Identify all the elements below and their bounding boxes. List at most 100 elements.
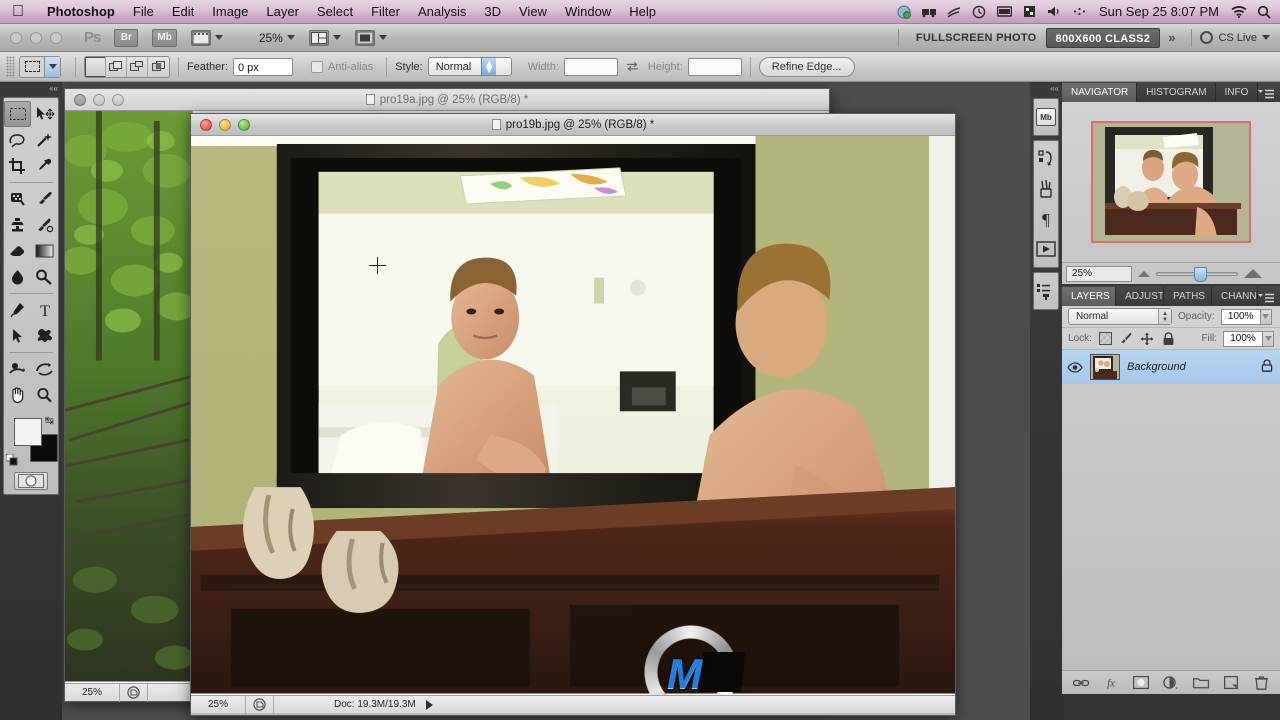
chevron-down-icon[interactable] — [1263, 330, 1274, 347]
zoom-window-button[interactable] — [50, 31, 62, 44]
eyedropper-tool[interactable] — [31, 153, 58, 179]
history-brush-tool[interactable] — [31, 212, 58, 238]
eraser-tool[interactable] — [4, 238, 31, 264]
tab-layers[interactable]: LAYERS — [1062, 287, 1117, 306]
navigator-preview[interactable] — [1062, 102, 1280, 262]
document-info-icon[interactable] — [246, 695, 274, 714]
default-colors-icon[interactable] — [5, 453, 18, 466]
layer-visibility-eye-icon[interactable] — [1066, 359, 1083, 376]
stepper-icon[interactable]: ▲ ▼ — [1158, 309, 1171, 324]
crop-tool[interactable] — [4, 153, 31, 179]
mini-bridge-icon[interactable]: Mb — [1034, 102, 1058, 132]
minimize-window-button[interactable] — [219, 118, 231, 131]
paragraph-icon[interactable]: ¶ — [1034, 204, 1058, 234]
menu-layer[interactable]: Layer — [257, 0, 308, 24]
new-layer-icon[interactable] — [1223, 675, 1239, 691]
panel-menu-icon[interactable] — [1258, 89, 1280, 102]
view-extras-menu[interactable] — [190, 29, 223, 46]
rectangular-marquee-tool[interactable] — [4, 101, 31, 127]
add-layer-mask-icon[interactable] — [1133, 675, 1149, 691]
actions-icon[interactable] — [1034, 234, 1058, 264]
window-traffic-lights[interactable] — [10, 31, 62, 44]
clone-stamp-tool[interactable] — [4, 212, 31, 238]
dock-expand-button[interactable]: «« — [1030, 82, 1062, 94]
menu-file[interactable]: File — [124, 0, 163, 24]
spot-healing-brush-tool[interactable] — [4, 186, 31, 212]
status-bar-menu-arrow[interactable] — [425, 699, 433, 710]
menu-analysis[interactable]: Analysis — [409, 0, 475, 24]
menu-photoshop[interactable]: Photoshop — [38, 0, 124, 24]
options-bar-grip[interactable] — [6, 55, 15, 78]
move-tool[interactable] — [31, 101, 58, 127]
menu-view[interactable]: View — [510, 0, 556, 24]
tools-panel-collapse-button[interactable]: «« — [0, 82, 62, 94]
opacity-control[interactable]: 100% — [1220, 308, 1272, 325]
new-adjustment-layer-icon[interactable] — [1163, 675, 1179, 691]
intersect-selection-button[interactable] — [148, 56, 169, 77]
custom-shape-tool[interactable] — [31, 323, 58, 349]
fill-value[interactable]: 100% — [1223, 330, 1263, 347]
workspace-more-button[interactable]: » — [1160, 30, 1183, 45]
path-selection-tool[interactable] — [4, 323, 31, 349]
current-tool-preset-picker[interactable] — [19, 55, 61, 78]
tool-presets-icon[interactable] — [1034, 276, 1058, 306]
time-machine-icon[interactable] — [971, 4, 987, 20]
zoom-level-menu[interactable]: 25% — [237, 31, 295, 45]
lasso-tool[interactable] — [4, 127, 31, 153]
arrange-documents-menu[interactable] — [308, 29, 341, 46]
history-icon[interactable] — [1034, 144, 1058, 174]
vpn-icon[interactable] — [921, 4, 937, 20]
gradient-tool[interactable] — [31, 238, 58, 264]
menu-3d[interactable]: 3D — [475, 0, 510, 24]
slider-knob[interactable] — [1193, 266, 1207, 282]
wifi-icon[interactable] — [1231, 4, 1247, 20]
chevron-down-icon[interactable] — [1260, 308, 1272, 325]
chevron-down-icon[interactable] — [44, 56, 60, 77]
tab-histogram[interactable]: HISTOGRAM — [1137, 83, 1216, 102]
lock-transparent-pixels-icon[interactable] — [1098, 331, 1113, 346]
zoom-level-display[interactable]: 25% — [191, 695, 246, 714]
add-to-selection-button[interactable] — [106, 56, 127, 77]
menu-edit[interactable]: Edit — [163, 0, 203, 24]
type-tool[interactable]: T — [31, 297, 58, 323]
layer-name[interactable]: Background — [1127, 361, 1186, 373]
workspace-800x600-class2[interactable]: 800X600 CLASS2 — [1045, 27, 1161, 48]
document-info-icon[interactable] — [120, 683, 148, 702]
bluetooth-icon[interactable] — [1071, 4, 1087, 20]
tab-info[interactable]: INFO — [1215, 83, 1258, 102]
zoom-level-display[interactable]: 25% — [65, 683, 120, 702]
menu-image[interactable]: Image — [203, 0, 257, 24]
blend-mode-select[interactable]: Normal ▲ ▼ — [1068, 308, 1172, 325]
canvas-pro19b[interactable]: M — [191, 136, 955, 695]
menu-bar-clock[interactable]: Sun Sep 25 8:07 PM — [1096, 4, 1222, 19]
tab-adjustments[interactable]: ADJUSTM — [1116, 287, 1165, 306]
opacity-value[interactable]: 100% — [1220, 308, 1261, 325]
zoom-window-button[interactable] — [112, 93, 124, 106]
refine-edge-button[interactable]: Refine Edge... — [758, 56, 855, 77]
stepper-icon[interactable]: ▲ ▼ — [481, 58, 497, 75]
minimize-window-button[interactable] — [30, 31, 42, 44]
lock-image-pixels-icon[interactable] — [1119, 331, 1134, 346]
workspace-fullscreen-photo[interactable]: FULLSCREEN PHOTO — [907, 28, 1046, 48]
new-selection-button[interactable] — [85, 56, 106, 77]
window-traffic-lights[interactable] — [74, 93, 124, 106]
fill-control[interactable]: 100% — [1223, 330, 1274, 347]
launch-mini-bridge-button[interactable]: Mb — [152, 28, 177, 47]
new-group-icon[interactable] — [1193, 675, 1209, 691]
swap-dimensions-icon[interactable] — [626, 60, 640, 74]
tab-navigator[interactable]: NAVIGATOR — [1062, 83, 1138, 102]
volume-icon[interactable] — [1046, 4, 1062, 20]
feather-input[interactable]: 0 px — [232, 57, 293, 76]
close-window-button[interactable] — [200, 118, 212, 131]
blur-tool[interactable] — [4, 264, 31, 290]
dropbox-icon[interactable] — [896, 4, 912, 20]
window-titlebar[interactable]: pro19a.jpg @ 25% (RGB/8) * — [65, 89, 829, 111]
subtract-from-selection-button[interactable] — [127, 56, 148, 77]
zoom-tool[interactable] — [31, 382, 58, 408]
menu-window[interactable]: Window — [556, 0, 620, 24]
panel-menu-icon[interactable] — [1258, 293, 1280, 306]
apple-icon[interactable]:  — [12, 3, 24, 20]
lock-all-icon[interactable] — [1161, 331, 1176, 346]
brush-tool[interactable] — [31, 186, 58, 212]
magic-wand-tool[interactable] — [31, 127, 58, 153]
